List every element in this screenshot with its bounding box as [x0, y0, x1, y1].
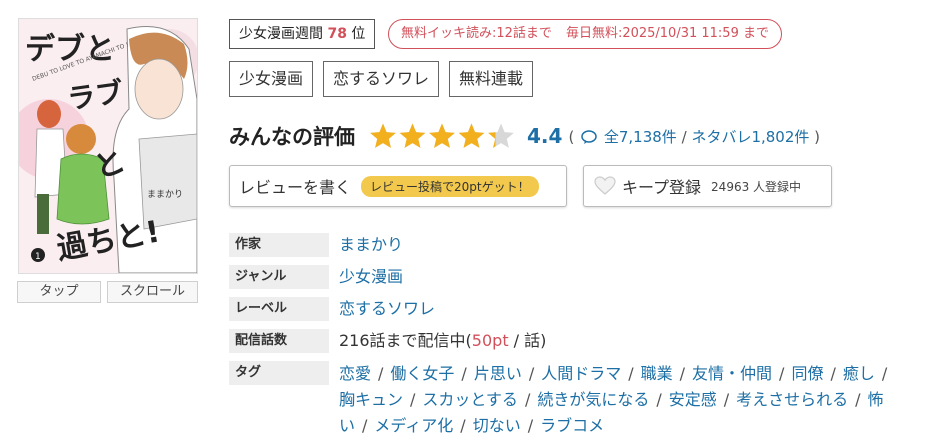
- info-row-label: レーベル 恋するソワレ: [229, 297, 899, 321]
- scroll-view-button[interactable]: スクロール: [107, 281, 198, 303]
- rating-title: みんなの評価: [229, 125, 355, 149]
- tag-separator: /: [855, 390, 861, 409]
- rank-prefix: 少女漫画週間: [239, 26, 323, 42]
- tag-link[interactable]: 友情・仲間: [692, 364, 772, 383]
- star-filled-icon: [399, 123, 426, 148]
- write-review-button[interactable]: レビューを書く レビュー投稿で20ptゲット！: [229, 165, 567, 207]
- daily-free-text: 毎日無料:2025/10/31 11:59 まで: [565, 26, 769, 41]
- star-filled-icon: [370, 123, 396, 148]
- tag-separator: /: [881, 364, 888, 383]
- episode-price: 50pt: [471, 331, 509, 350]
- review-bonus-badge: レビュー投稿で20ptゲット！: [361, 175, 539, 197]
- rank-suffix: 位: [351, 26, 366, 42]
- genre-link[interactable]: 少女漫画: [339, 265, 403, 289]
- weekly-rank-badge[interactable]: 少女漫画週間 78 位: [229, 19, 376, 49]
- info-table: 作家 ままかり ジャンル 少女漫画 レーベル 恋するソワレ 配信話数 216話ま…: [229, 233, 899, 447]
- star-filled-icon: [429, 123, 455, 148]
- tag-separator: /: [524, 390, 531, 409]
- tag-separator: /: [830, 364, 836, 383]
- tag-link[interactable]: 人間ドラマ: [541, 364, 621, 383]
- rank-number: 78: [327, 26, 347, 42]
- tap-view-button[interactable]: タップ: [17, 281, 101, 303]
- keep-button[interactable]: キープ登録 24963 人登録中: [583, 165, 832, 207]
- tag-separator: /: [723, 390, 730, 409]
- star-rating: [369, 122, 515, 150]
- cover-author: ままかり: [147, 189, 183, 200]
- info-row-tags: タグ 恋愛 / 働く女子 / 片思い / 人間ドラマ / 職業 / 友情・仲間 / 同僚 / 癒し/胸キュン…: [229, 361, 899, 439]
- tag-separator: /: [628, 364, 634, 383]
- tag-link[interactable]: 恋愛: [339, 364, 371, 383]
- star-filled-icon: [458, 123, 485, 148]
- category-free-serial[interactable]: 無料連載: [449, 61, 534, 97]
- category-tags: 少女漫画 恋するソワレ 無料連載: [229, 61, 534, 97]
- episodes-key: 配信話数: [229, 329, 329, 353]
- info-row-author: 作家 ままかり: [229, 233, 899, 257]
- tag-separator: /: [460, 416, 466, 435]
- info-row-episodes: 配信話数 216話まで配信中(50pt / 話): [229, 329, 899, 353]
- tags-key: タグ: [229, 361, 329, 385]
- tag-separator: /: [410, 390, 416, 409]
- tag-separator: /: [528, 364, 535, 383]
- tag-link[interactable]: 胸キュン: [339, 390, 403, 409]
- tag-separator: /: [527, 416, 534, 435]
- tag-separator: /: [378, 364, 384, 383]
- cover-volume: 1: [35, 252, 41, 262]
- keep-count: 24963 人登録中: [711, 179, 802, 194]
- tag-separator: /: [779, 364, 785, 383]
- tag-link[interactable]: 同僚: [791, 364, 823, 383]
- author-key: 作家: [229, 233, 329, 257]
- write-review-label: レビューを書く: [239, 178, 352, 197]
- tag-link[interactable]: 続きが気になる: [537, 390, 649, 409]
- comic-cover[interactable]: デブと ラブ と 過ちと! DEBU TO LOVE TO AYAMACHI T…: [18, 18, 198, 274]
- rating-row: みんなの評価 4.4 ( 全7,138件 / ネタバレ1,802件 ): [229, 121, 820, 151]
- review-counts[interactable]: ( 全7,138件 / ネタバレ1,802件 ): [568, 126, 820, 147]
- episodes-value: 216話まで配信中(50pt / 話): [339, 331, 547, 350]
- tag-link[interactable]: スカッとする: [422, 390, 518, 409]
- tag-separator: /: [656, 390, 662, 409]
- tag-link[interactable]: 片思い: [474, 364, 522, 383]
- tag-link[interactable]: 安定感: [669, 390, 717, 409]
- free-binge-text: 無料イッキ読み:12話まで: [401, 26, 552, 41]
- tag-link[interactable]: 考えさせられる: [736, 390, 848, 409]
- tag-link[interactable]: 切ない: [473, 416, 521, 435]
- tag-link[interactable]: 働く女子: [390, 364, 454, 383]
- tag-link[interactable]: 癒し: [843, 364, 875, 383]
- view-mode-buttons: タップ スクロール: [17, 281, 198, 303]
- info-row-genre: ジャンル 少女漫画: [229, 265, 899, 289]
- tag-link[interactable]: ラブコメ: [540, 416, 604, 435]
- tag-list: 恋愛 / 働く女子 / 片思い / 人間ドラマ / 職業 / 友情・仲間 / 同僚 / 癒し/胸キュン / スカ…: [339, 361, 899, 439]
- free-reading-badge: 無料イッキ読み:12話まで 毎日無料:2025/10/31 11:59 まで: [388, 19, 782, 49]
- heart-icon: [594, 176, 616, 195]
- author-link[interactable]: ままかり: [339, 233, 403, 257]
- tag-separator: /: [362, 416, 368, 435]
- tag-link[interactable]: 職業: [641, 364, 673, 383]
- rating-score: 4.4: [527, 124, 563, 148]
- category-koisuru-soiree[interactable]: 恋するソワレ: [323, 61, 440, 97]
- total-reviews[interactable]: 全7,138件: [604, 128, 677, 146]
- category-shojo[interactable]: 少女漫画: [229, 61, 314, 97]
- label-key: レーベル: [229, 297, 329, 321]
- label-link[interactable]: 恋するソワレ: [339, 297, 435, 321]
- tag-link[interactable]: メディア化: [374, 416, 453, 435]
- tag-separator: /: [461, 364, 467, 383]
- genre-key: ジャンル: [229, 265, 329, 289]
- tag-separator: /: [679, 364, 686, 383]
- comment-icon: [581, 129, 597, 144]
- spoiler-reviews[interactable]: ネタバレ1,802件: [691, 128, 809, 146]
- keep-label: キープ登録: [622, 178, 702, 197]
